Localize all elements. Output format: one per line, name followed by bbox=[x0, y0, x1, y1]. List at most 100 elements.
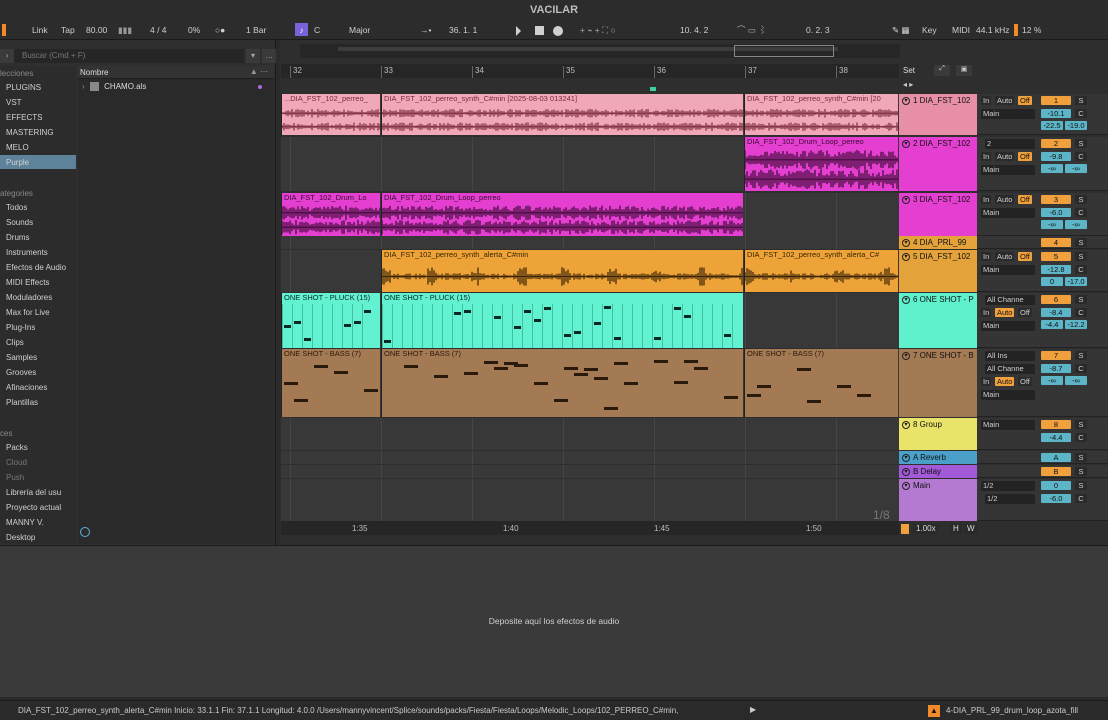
file-item[interactable]: › CHAMO.als bbox=[82, 82, 146, 92]
category-item[interactable]: Moduladores bbox=[6, 293, 52, 302]
output-routing-menu[interactable]: Main bbox=[981, 420, 1035, 430]
time-signature[interactable]: 4 / 4 bbox=[150, 23, 167, 37]
solo-button[interactable]: S bbox=[1075, 467, 1087, 476]
browser-search-input[interactable]: Buscar (Cmd + F) bbox=[14, 49, 244, 63]
volume-field[interactable]: -6.0 bbox=[1041, 208, 1071, 217]
collection-item[interactable]: VST bbox=[6, 98, 22, 107]
track-header[interactable]: ▾ 8 Group bbox=[899, 418, 977, 450]
solo-button[interactable]: S bbox=[1075, 238, 1087, 247]
loop-switch-icon[interactable]: ⌒ ▭ ⌇ bbox=[737, 23, 767, 37]
track-lane[interactable]: ONE SHOT - BASS (7) ONE SHOT - BASS (7) ON… bbox=[281, 349, 899, 417]
pan-right-field[interactable]: -12.2 bbox=[1065, 320, 1087, 329]
pan-right-field[interactable]: -∞ bbox=[1065, 376, 1087, 385]
pan-right-field[interactable]: -19.0 bbox=[1065, 121, 1087, 130]
monitor-off-button[interactable]: Off bbox=[1018, 252, 1032, 261]
collection-item[interactable]: PLUGINS bbox=[6, 83, 41, 92]
solo-button[interactable]: S bbox=[1075, 351, 1087, 360]
arrangement-overview[interactable] bbox=[300, 44, 900, 58]
track-header[interactable]: ▾ 5 DIA_FST_102 bbox=[899, 250, 977, 292]
draw-mode-icon[interactable]: ✎ ▦ bbox=[892, 23, 910, 37]
track-header[interactable]: ▾ 4 DIA_PRL_99 bbox=[899, 236, 977, 249]
track-header[interactable]: ▾ Main bbox=[899, 479, 977, 521]
track-activator[interactable]: 6 bbox=[1041, 295, 1071, 304]
track-activator[interactable]: 2 bbox=[1041, 139, 1071, 148]
solo-button[interactable]: S bbox=[1075, 96, 1087, 105]
name-column-header[interactable]: Nombre bbox=[80, 68, 108, 77]
volume-field[interactable]: -9.8 bbox=[1041, 152, 1071, 161]
track-lane[interactable]: DIA_FST_102_perreo_synth_alerta_C#min DIA… bbox=[281, 250, 899, 292]
track-header[interactable]: ▾ 1 DIA_FST_102 bbox=[899, 94, 977, 135]
track-activator[interactable]: 4 bbox=[1041, 238, 1071, 247]
place-item[interactable]: MANNY V. bbox=[6, 518, 44, 527]
browser-nav-icon[interactable]: › bbox=[0, 49, 14, 63]
track-activator[interactable]: B bbox=[1041, 467, 1071, 476]
category-item[interactable]: Instruments bbox=[6, 248, 48, 257]
clip[interactable]: DIA_FST_102_perreo_synth_C#min [20 bbox=[744, 94, 898, 135]
browser-menu-icon[interactable]: … bbox=[262, 49, 276, 63]
playhead-marker[interactable] bbox=[650, 87, 656, 91]
solo-button[interactable]: S bbox=[1075, 295, 1087, 304]
place-item[interactable]: Proyecto actual bbox=[6, 503, 61, 512]
track-fold-icon[interactable]: ▾ bbox=[902, 454, 910, 462]
track-fold-icon[interactable]: ▾ bbox=[902, 421, 910, 429]
arm-button[interactable]: C bbox=[1075, 109, 1087, 118]
arrangement-position[interactable]: 36. 1. 1 bbox=[449, 23, 477, 37]
scale-toggle-icon[interactable]: ♪ bbox=[295, 23, 308, 36]
output-routing-menu[interactable]: Main bbox=[981, 265, 1035, 275]
category-item[interactable]: Afinaciones bbox=[6, 383, 47, 392]
record-quantize-icon[interactable]: ○● bbox=[215, 23, 225, 37]
metronome-icon[interactable]: ▮▮▮ bbox=[118, 23, 132, 37]
track-fold-icon[interactable]: ▾ bbox=[902, 468, 910, 476]
track-activator[interactable]: 5 bbox=[1041, 252, 1071, 261]
quantize-menu[interactable]: 1 Bar bbox=[246, 23, 266, 37]
device-drop-hint[interactable]: Deposite aquí los efectos de audio bbox=[0, 616, 1108, 626]
pan-left-field[interactable]: -∞ bbox=[1041, 376, 1063, 385]
beat-ruler[interactable] bbox=[281, 64, 899, 78]
arm-button[interactable]: C bbox=[1075, 433, 1087, 442]
clip[interactable]: ...DIA_FST_102_perreo_ bbox=[281, 94, 380, 135]
warning-icon[interactable]: ▲ bbox=[928, 705, 940, 717]
volume-field[interactable]: -6.0 bbox=[1041, 494, 1071, 503]
output-channel-menu[interactable]: 1/2 bbox=[985, 494, 1035, 504]
track-header[interactable]: ▾ B Delay bbox=[899, 465, 977, 478]
track-header[interactable]: ▾ 7 ONE SHOT - B bbox=[899, 349, 977, 417]
track-activator[interactable]: 7 bbox=[1041, 351, 1071, 360]
track-header[interactable]: ▾ A Reverb bbox=[899, 451, 977, 464]
volume-field[interactable]: -4.4 bbox=[1041, 433, 1071, 442]
clip[interactable]: ONE SHOT - BASS (7) bbox=[281, 349, 380, 417]
output-routing-menu[interactable]: Main bbox=[981, 208, 1035, 218]
monitor-off-button[interactable]: Off bbox=[1018, 195, 1032, 204]
track-activator[interactable]: 3 bbox=[1041, 195, 1071, 204]
monitor-in-button[interactable]: In bbox=[981, 96, 992, 105]
input-type-menu[interactable]: All Ins bbox=[985, 351, 1035, 361]
monitor-auto-button[interactable]: Auto bbox=[995, 195, 1015, 204]
track-lane[interactable] bbox=[281, 465, 899, 478]
monitor-in-button[interactable]: In bbox=[981, 252, 992, 261]
category-item[interactable]: Samples bbox=[6, 353, 37, 362]
clip[interactable]: DIA_FST_102_perreo_synth_C#min [2025-08-… bbox=[381, 94, 743, 135]
follow-icon[interactable]: →• bbox=[420, 23, 431, 37]
category-item[interactable]: Efectos de Audio bbox=[6, 263, 66, 272]
clip[interactable]: ONE SHOT - BASS (7) bbox=[744, 349, 898, 417]
place-item[interactable]: Packs bbox=[6, 443, 28, 452]
arm-button[interactable]: C bbox=[1075, 364, 1087, 373]
arm-button[interactable]: C bbox=[1075, 152, 1087, 161]
track-fold-icon[interactable]: ▾ bbox=[902, 253, 910, 261]
record-button[interactable] bbox=[553, 23, 563, 37]
track-lane[interactable]: DIA_FST_102_Drum_Lo DIA_FST_102_Drum_Loop… bbox=[281, 193, 899, 236]
track-lane[interactable] bbox=[281, 451, 899, 464]
solo-button[interactable]: S bbox=[1075, 453, 1087, 462]
place-item[interactable]: Desktop bbox=[6, 533, 35, 542]
h-button[interactable]: H bbox=[950, 524, 962, 534]
monitor-in-button[interactable]: In bbox=[981, 152, 992, 161]
track-lane[interactable] bbox=[281, 418, 899, 450]
place-item[interactable]: Cloud bbox=[6, 458, 27, 467]
clip[interactable]: DIA_FST_102_Drum_Loop_perreo bbox=[744, 137, 898, 191]
clip[interactable]: DIA_FST_102_Drum_Loop_perreo bbox=[381, 193, 743, 236]
play-button[interactable] bbox=[516, 23, 521, 37]
volume-field[interactable]: -12.8 bbox=[1041, 265, 1071, 274]
tap-button[interactable]: Tap bbox=[61, 23, 75, 37]
solo-button[interactable]: S bbox=[1075, 420, 1087, 429]
volume-field[interactable]: -8.4 bbox=[1041, 308, 1071, 317]
monitor-auto-button[interactable]: Auto bbox=[995, 252, 1015, 261]
